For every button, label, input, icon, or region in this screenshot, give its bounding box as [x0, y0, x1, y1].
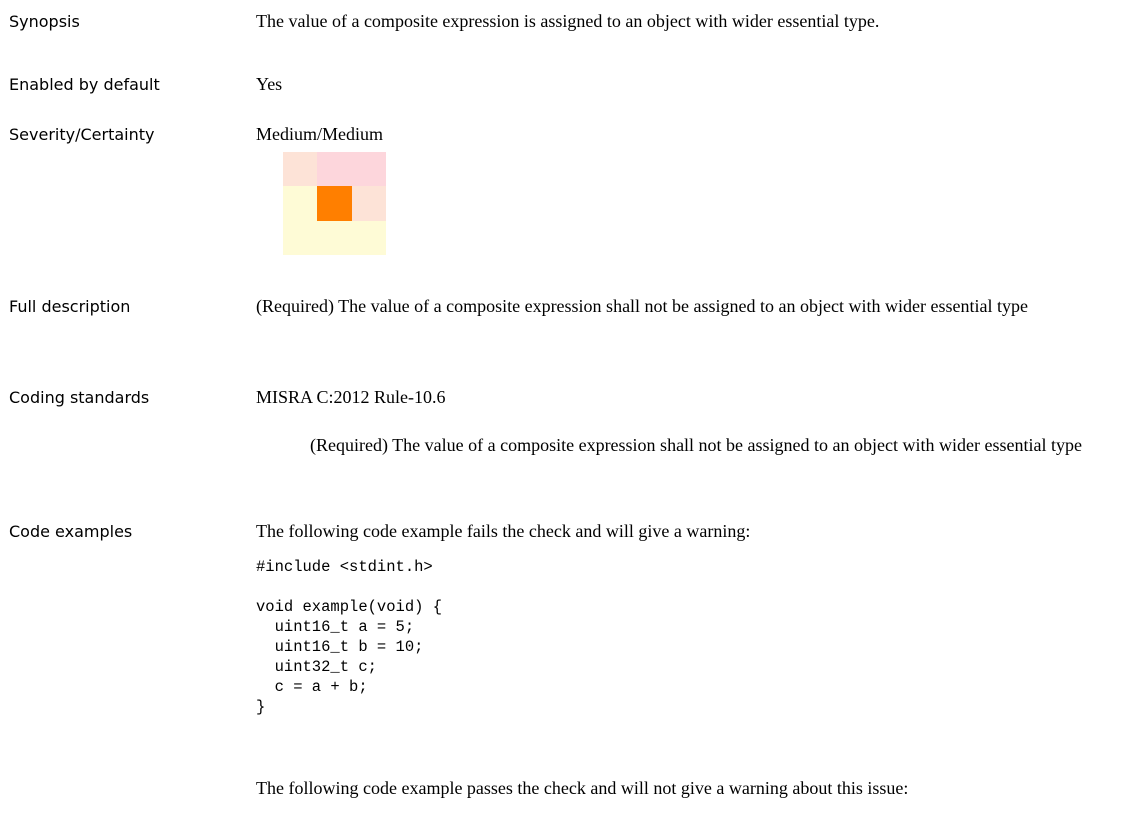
enabled-label: Enabled by default [9, 75, 160, 94]
matrix-cell [317, 220, 352, 255]
matrix-cell [283, 152, 318, 187]
severity-value: Medium/Medium [256, 124, 383, 144]
full-description-label: Full description [9, 297, 131, 316]
synopsis-label: Synopsis [9, 12, 80, 31]
fail-code-block: #include <stdint.h> void example(void) {… [256, 558, 443, 716]
matrix-cell [351, 186, 386, 221]
code-examples-label: Code examples [9, 522, 133, 541]
severity-label: Severity/Certainty [9, 125, 155, 144]
synopsis-text: The value of a composite expression is a… [256, 11, 880, 31]
matrix-cell [283, 220, 318, 255]
matrix-cell [317, 186, 352, 221]
severity-certainty-matrix [283, 152, 386, 255]
matrix-cell [351, 220, 386, 255]
matrix-cell [317, 152, 352, 187]
full-description-text: (Required) The value of a composite expr… [256, 296, 1028, 316]
coding-standard-description: (Required) The value of a composite expr… [310, 435, 1082, 455]
coding-standard-name: MISRA C:2012 Rule-10.6 [256, 387, 446, 407]
matrix-cell [351, 152, 386, 187]
enabled-value: Yes [256, 74, 283, 94]
fail-example-intro: The following code example fails the che… [256, 521, 751, 541]
matrix-cell [283, 186, 318, 221]
pass-example-intro: The following code example passes the ch… [256, 778, 909, 798]
coding-standards-label: Coding standards [9, 388, 150, 407]
